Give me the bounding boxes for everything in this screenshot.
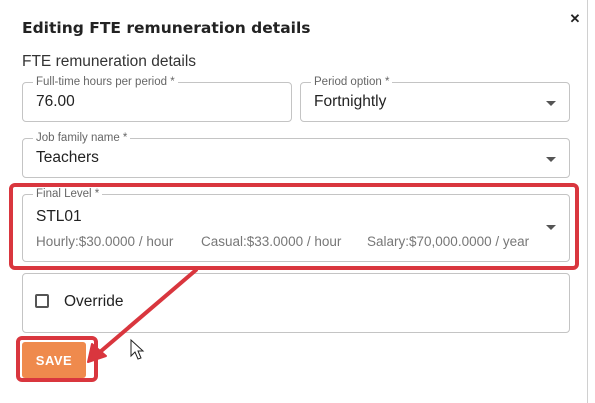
- job-family-value: Teachers: [36, 149, 99, 166]
- override-label: Override: [64, 293, 124, 310]
- highlight-final-level: [9, 183, 579, 270]
- job-family-select[interactable]: Job family name * Teachers: [22, 131, 570, 178]
- period-option-select[interactable]: Period option * Fortnightly: [300, 75, 570, 122]
- close-icon[interactable]: ✕: [566, 10, 584, 28]
- caret-down-icon[interactable]: [546, 157, 556, 162]
- highlight-save-button: [16, 336, 98, 382]
- dialog-title: Editing FTE remuneration details: [22, 19, 311, 37]
- override-checkbox[interactable]: [35, 294, 49, 308]
- fulltime-hours-label: Full-time hours per period *: [33, 75, 178, 89]
- section-heading: FTE remuneration details: [22, 53, 197, 70]
- period-option-value: Fortnightly: [314, 93, 387, 110]
- fulltime-hours-field[interactable]: Full-time hours per period * 76.00: [22, 75, 292, 122]
- caret-down-icon[interactable]: [546, 101, 556, 106]
- fulltime-hours-value: 76.00: [36, 93, 75, 110]
- period-option-label: Period option *: [311, 75, 393, 89]
- override-panel: Override: [22, 273, 570, 333]
- job-family-label: Job family name *: [33, 131, 131, 145]
